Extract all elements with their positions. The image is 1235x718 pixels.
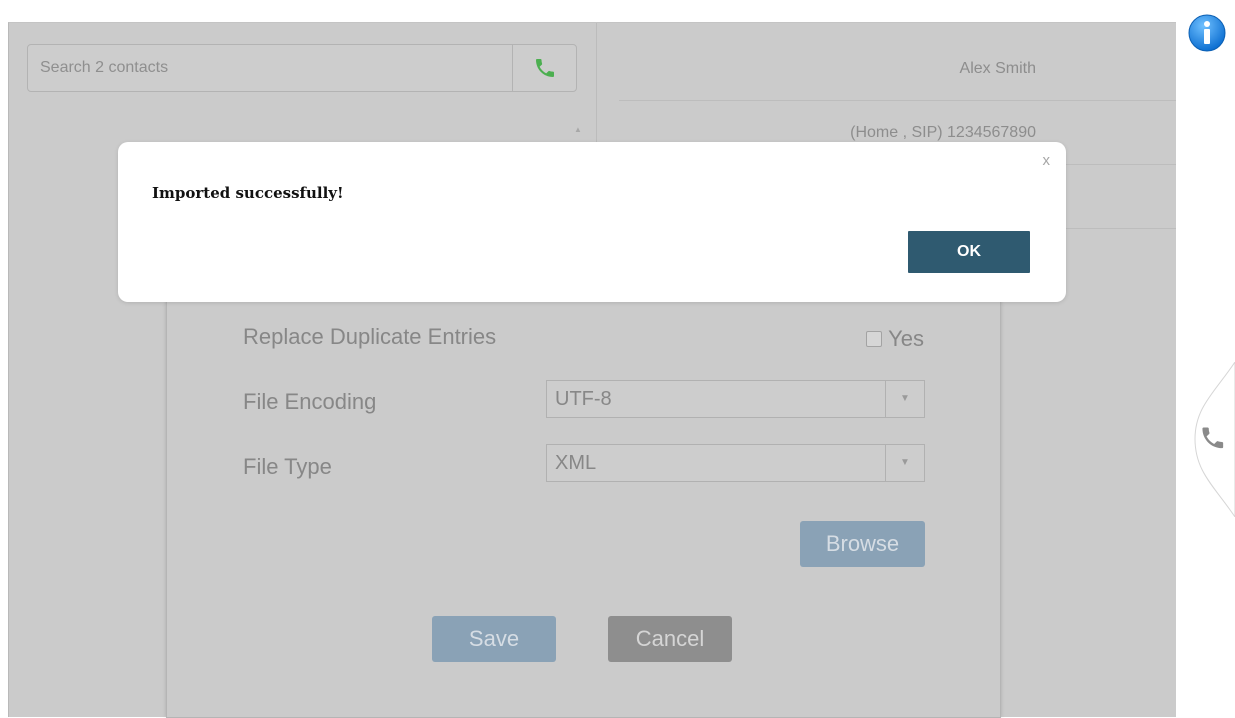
side-call-tab[interactable] bbox=[1185, 362, 1235, 517]
scroll-up-icon[interactable]: ▲ bbox=[572, 123, 584, 135]
chevron-down-icon[interactable]: ▼ bbox=[885, 381, 924, 417]
file-type-label: File Type bbox=[243, 454, 332, 479]
replace-duplicates-checkbox-wrap[interactable]: Yes bbox=[866, 326, 924, 352]
call-button[interactable] bbox=[512, 44, 577, 92]
file-type-select[interactable]: XML ▼ bbox=[546, 444, 925, 482]
file-type-value: XML bbox=[555, 452, 597, 474]
info-icon[interactable] bbox=[1187, 13, 1227, 53]
file-encoding-value: UTF-8 bbox=[555, 388, 612, 410]
close-icon[interactable]: x bbox=[1043, 152, 1051, 169]
browse-button[interactable]: Browse bbox=[800, 521, 925, 567]
ok-button[interactable]: OK bbox=[908, 231, 1030, 273]
phone-icon bbox=[535, 59, 554, 77]
chevron-down-icon[interactable]: ▼ bbox=[885, 445, 924, 481]
contacts-app: Search 2 contacts ▲ Alex Smith (Home , S… bbox=[8, 22, 1176, 718]
save-button[interactable]: Save bbox=[432, 616, 556, 662]
file-encoding-label: File Encoding bbox=[243, 389, 377, 414]
replace-duplicates-checkbox[interactable] bbox=[866, 331, 883, 347]
replace-duplicates-option-label: Yes bbox=[888, 326, 924, 351]
file-encoding-select[interactable]: UTF-8 ▼ bbox=[546, 380, 925, 418]
cancel-button[interactable]: Cancel bbox=[608, 616, 732, 662]
alert-message: Imported successfully! bbox=[152, 184, 344, 202]
search-input[interactable]: Search 2 contacts bbox=[27, 44, 513, 92]
success-alert: Imported successfully! x OK bbox=[118, 142, 1066, 302]
replace-duplicates-label: Replace Duplicate Entries bbox=[243, 324, 497, 349]
contact-name: Alex Smith bbox=[619, 37, 1176, 101]
